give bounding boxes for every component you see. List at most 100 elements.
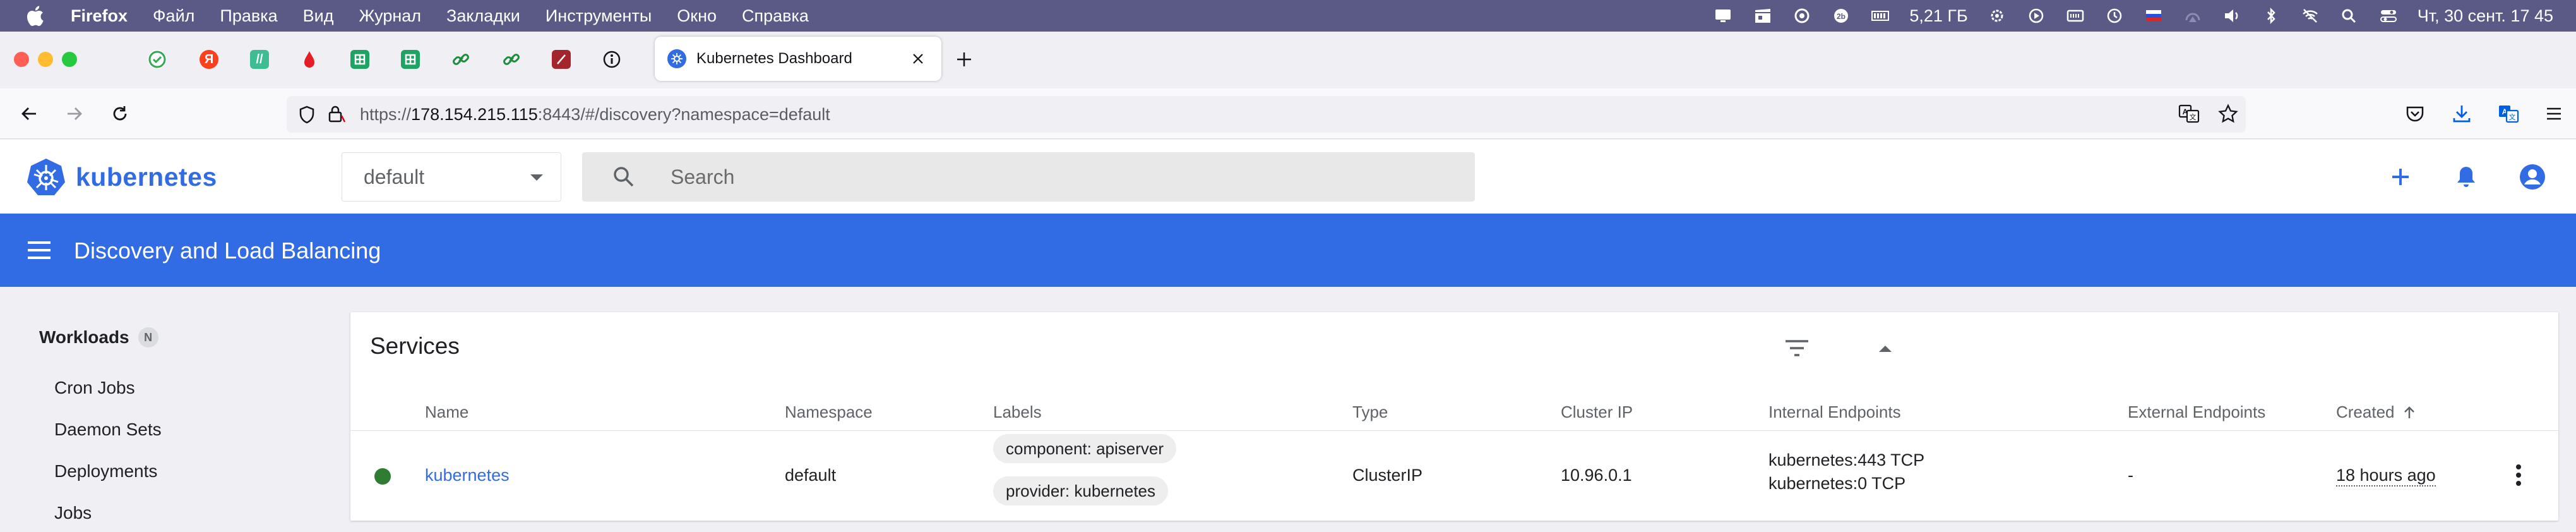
- menu-edit[interactable]: Правка: [220, 6, 277, 26]
- clapper-icon[interactable]: [1753, 8, 1773, 24]
- menubar-status-area: 2b 5,21 ГБ Чт, 30 сент. 17 45: [1714, 0, 2553, 32]
- menu-window[interactable]: Окно: [677, 6, 717, 26]
- wifi-off-icon[interactable]: [2300, 8, 2320, 24]
- search-box[interactable]: [582, 152, 1475, 202]
- pinned-tab-sheets-1[interactable]: [346, 45, 374, 73]
- sidebar-item-cron-jobs[interactable]: Cron Jobs: [54, 378, 135, 398]
- display-icon[interactable]: [1714, 8, 1734, 24]
- pocket-icon[interactable]: [2401, 100, 2429, 128]
- spotlight-icon[interactable]: [2339, 8, 2359, 24]
- volume-icon[interactable]: [2222, 8, 2242, 24]
- menu-file[interactable]: Файл: [153, 6, 194, 26]
- pinned-tab-info[interactable]: [598, 45, 626, 73]
- menu-firefox[interactable]: Firefox: [71, 6, 128, 26]
- bluetooth-icon[interactable]: [2261, 8, 2281, 24]
- tab-title: Kubernetes Dashboard: [696, 50, 852, 67]
- col-created[interactable]: Created: [2336, 393, 2416, 431]
- menu-view[interactable]: Вид: [303, 6, 334, 26]
- app-menu-icon[interactable]: [2540, 100, 2568, 128]
- pinned-tab-green[interactable]: //: [246, 45, 273, 73]
- apple-icon[interactable]: [25, 5, 44, 27]
- filter-icon[interactable]: [1780, 331, 1814, 365]
- yandex-icon: Я: [200, 50, 218, 69]
- sheets-icon: [350, 50, 369, 69]
- gear-status-icon[interactable]: [1987, 8, 2007, 24]
- tab-close-icon[interactable]: [907, 48, 929, 70]
- downloads-icon[interactable]: [2448, 100, 2476, 128]
- menu-bookmarks[interactable]: Закладки: [446, 6, 520, 26]
- browser-tabstrip: [0, 32, 2576, 88]
- new-tab-icon[interactable]: [950, 45, 978, 73]
- translate-icon[interactable]: A文: [2178, 102, 2200, 125]
- brand-link[interactable]: kubernetes: [27, 157, 217, 196]
- section-toolbar: Discovery and Load Balancing: [0, 214, 2576, 287]
- service-name-link[interactable]: kubernetes: [425, 466, 510, 485]
- shield-icon[interactable]: [295, 103, 318, 126]
- col-cluster-ip: Cluster IP: [1561, 402, 1633, 421]
- namespace-select[interactable]: default: [342, 152, 561, 202]
- keyboard-icon[interactable]: [2065, 8, 2085, 24]
- reload-icon[interactable]: [106, 100, 134, 128]
- sidebar-item-daemon-sets[interactable]: Daemon Sets: [54, 420, 162, 440]
- namespaced-badge: N: [138, 327, 158, 348]
- menu-history[interactable]: Журнал: [359, 6, 422, 26]
- status-running-icon: [374, 468, 391, 485]
- control-center-icon[interactable]: [2378, 8, 2399, 24]
- time-machine-icon[interactable]: [2104, 8, 2125, 24]
- url-bar[interactable]: https://178.154.215.115:8443/#/discovery…: [287, 96, 2246, 133]
- active-tab[interactable]: Kubernetes Dashboard: [655, 37, 941, 81]
- account-icon[interactable]: [2515, 160, 2549, 194]
- sync-icon[interactable]: [1792, 8, 1812, 24]
- back-icon[interactable]: [15, 100, 43, 128]
- status-2b-icon[interactable]: 2b: [1831, 8, 1851, 24]
- col-internal-endpoints: Internal Endpoints: [1768, 402, 1901, 421]
- window-zoom-button[interactable]: [62, 52, 77, 67]
- translate-extension-icon[interactable]: A文: [2495, 100, 2522, 128]
- menubar-clock[interactable]: Чт, 30 сент. 17 45: [2418, 6, 2553, 26]
- pinned-tab-pen[interactable]: [547, 45, 575, 73]
- service-type: ClusterIP: [1352, 466, 1423, 485]
- sidebar-item-jobs[interactable]: Jobs: [54, 503, 92, 523]
- memory-usage[interactable]: 5,21 ГБ: [1909, 6, 1967, 26]
- pinned-tab-check[interactable]: [143, 45, 171, 73]
- services-card: Services Name Namespace Labels Type Clus…: [350, 312, 2558, 521]
- pinned-tab-red[interactable]: [295, 45, 323, 73]
- check-icon: [148, 50, 167, 69]
- table-row: kubernetes default component: apiserver …: [350, 432, 2558, 521]
- airplay-icon[interactable]: [2183, 8, 2203, 24]
- col-namespace[interactable]: Namespace: [785, 393, 873, 431]
- sidebar-item-deployments[interactable]: Deployments: [54, 461, 157, 481]
- svg-text:文: 文: [2509, 112, 2516, 121]
- menu-help[interactable]: Справка: [742, 6, 809, 26]
- create-plus-icon[interactable]: [2383, 160, 2418, 194]
- pinned-tab-link-2[interactable]: [498, 45, 525, 73]
- forward-icon[interactable]: [61, 100, 88, 128]
- pinned-tab-sheets-2[interactable]: [397, 45, 424, 73]
- window-close-button[interactable]: [14, 52, 29, 67]
- collapse-chevron-up-icon[interactable]: [1868, 331, 1902, 365]
- window-minimize-button[interactable]: [38, 52, 53, 67]
- info-icon: [602, 50, 621, 69]
- memory-icon[interactable]: [1870, 8, 1890, 24]
- hamburger-menu-icon[interactable]: [24, 236, 54, 264]
- search-input[interactable]: [669, 164, 1427, 190]
- pinned-tab-link-1[interactable]: [447, 45, 475, 73]
- pen-icon: [552, 50, 571, 69]
- namespace-value: default: [364, 165, 425, 188]
- external-endpoint: -: [2128, 466, 2133, 485]
- flag-ru-icon[interactable]: [2144, 8, 2164, 24]
- col-name[interactable]: Name: [425, 393, 468, 431]
- menu-tools[interactable]: Инструменты: [546, 6, 652, 26]
- play-icon[interactable]: [2026, 8, 2046, 24]
- svg-text:文: 文: [2190, 112, 2197, 121]
- col-type: Type: [1352, 402, 1388, 421]
- notifications-bell-icon[interactable]: [2449, 160, 2483, 194]
- created-age[interactable]: 18 hours ago: [2336, 466, 2436, 487]
- more-vert-icon[interactable]: [2504, 461, 2533, 490]
- pinned-tab-yandex[interactable]: Я: [195, 45, 223, 73]
- url-text[interactable]: https://178.154.215.115:8443/#/discovery…: [360, 105, 830, 124]
- col-external-endpoints: External Endpoints: [2128, 402, 2266, 421]
- lock-warning-icon[interactable]: [325, 103, 347, 126]
- sidebar-section-workloads[interactable]: Workloads N: [39, 327, 158, 348]
- bookmark-star-icon[interactable]: [2217, 102, 2239, 125]
